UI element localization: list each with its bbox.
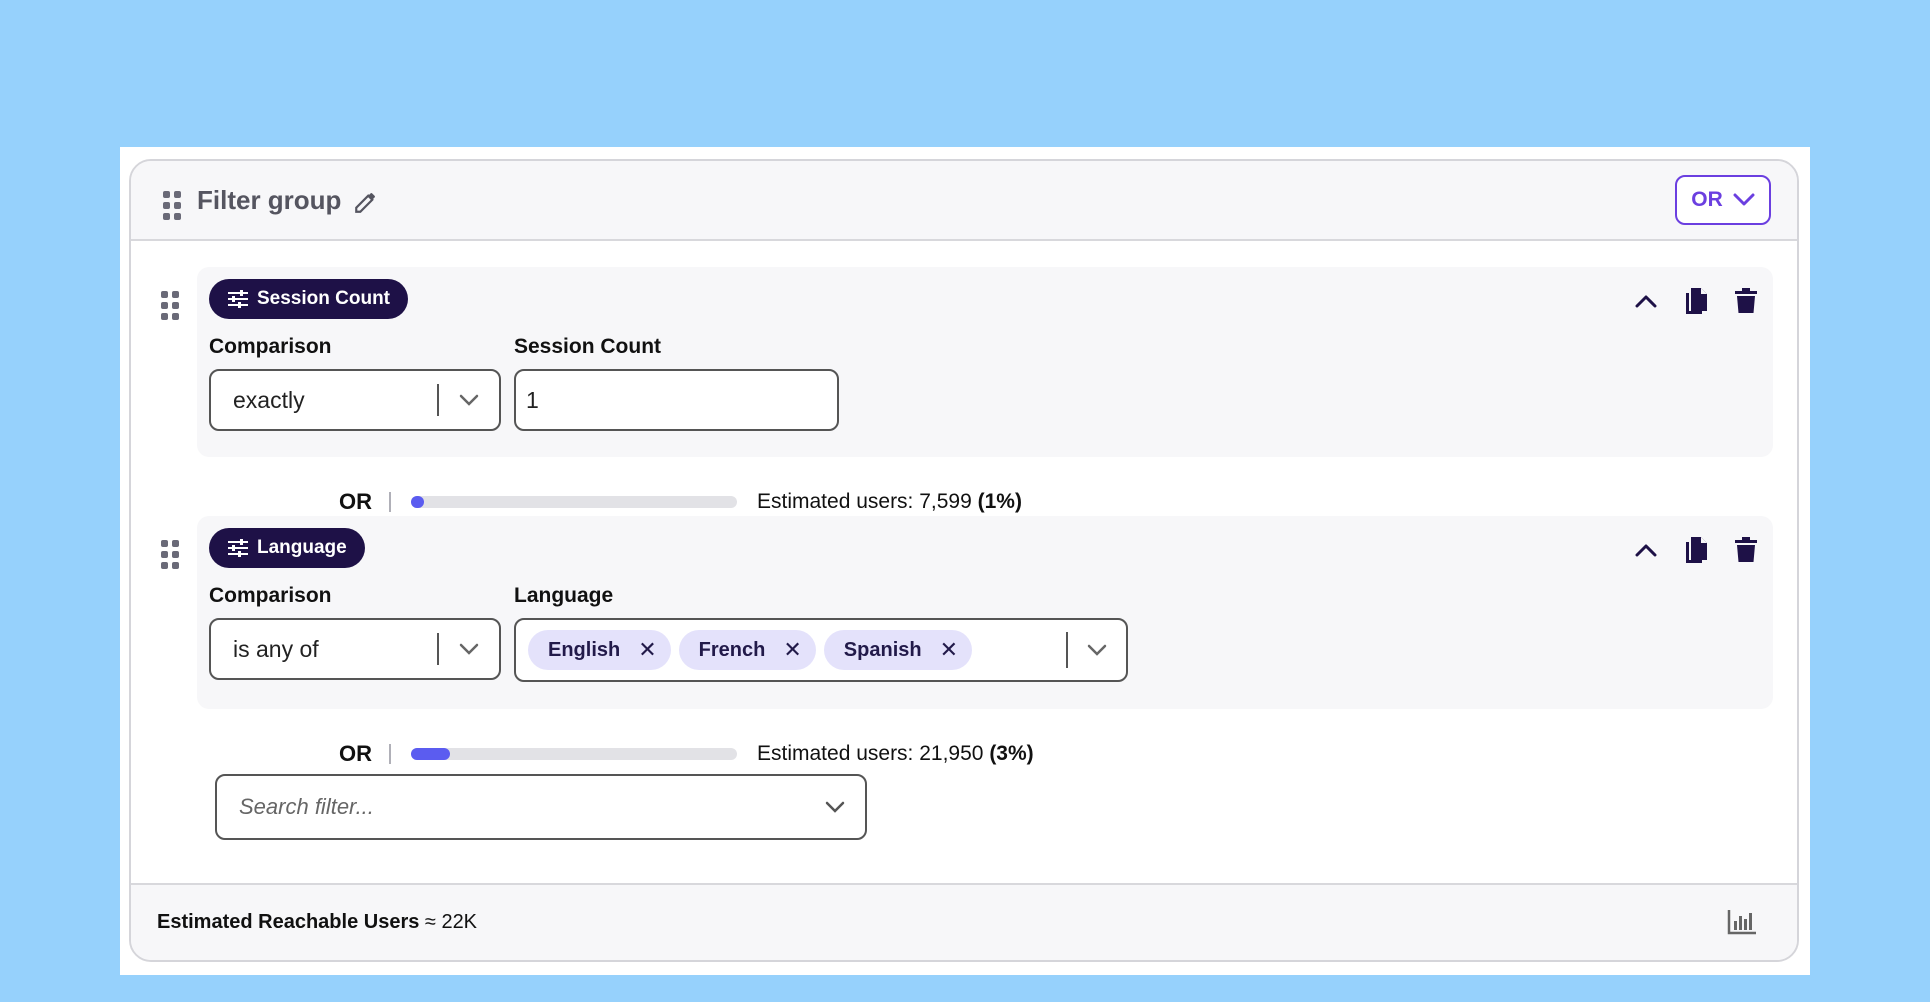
session-count-input[interactable] xyxy=(514,369,839,431)
chip-french: French ✕ xyxy=(678,630,816,670)
chevron-up-icon[interactable] xyxy=(1633,287,1659,315)
pencil-icon[interactable] xyxy=(353,189,379,215)
or-joiner: OR xyxy=(339,741,372,766)
reachable-users: Estimated Reachable Users ≈ 22K xyxy=(157,911,477,934)
trash-icon[interactable] xyxy=(1733,536,1759,564)
estimated-users-count: Estimated users: 21,950 xyxy=(757,742,984,765)
comparison-label: Comparison xyxy=(209,335,332,358)
group-operator-value: OR xyxy=(1691,188,1723,211)
or-estimate-row: OR Estimated users: 7,599 (1%) xyxy=(339,487,1022,517)
chevron-down-icon xyxy=(439,394,499,406)
estimated-users-percent: (3%) xyxy=(989,742,1034,765)
remove-chip-icon[interactable]: ✕ xyxy=(940,637,958,663)
reachable-users-label: Estimated Reachable Users xyxy=(157,911,420,933)
chip-label: English xyxy=(548,638,621,661)
estimated-users: Estimated users: 7,599 (1%) xyxy=(757,490,1022,514)
remove-chip-icon[interactable]: ✕ xyxy=(783,637,801,663)
chevron-down-icon xyxy=(1068,644,1126,656)
sliders-icon xyxy=(228,539,248,557)
sliders-icon xyxy=(228,290,248,308)
language-label: Language xyxy=(514,584,614,607)
comparison-value: exactly xyxy=(233,386,305,413)
chip-english: English ✕ xyxy=(528,630,671,670)
divider xyxy=(389,492,391,512)
estimate-progress-bar xyxy=(411,748,737,760)
comparison-select[interactable]: exactly xyxy=(209,369,501,431)
estimated-users-count: Estimated users: 7,599 xyxy=(757,490,972,513)
filter-type-label: Language xyxy=(257,537,347,558)
chevron-down-icon xyxy=(805,801,865,813)
drag-handle-icon[interactable] xyxy=(163,191,181,220)
session-count-label: Session Count xyxy=(514,335,662,358)
chevron-down-icon xyxy=(439,643,499,655)
row-actions xyxy=(1633,536,1759,564)
filter-row-session-count: Session Count Comparison Session Count e… xyxy=(197,267,1773,457)
comparison-label: Comparison xyxy=(209,584,332,607)
filter-group-title: Filter group xyxy=(197,185,342,215)
filter-type-label: Session Count xyxy=(257,288,391,309)
comparison-value: is any of xyxy=(233,635,319,662)
estimate-progress-fill xyxy=(411,496,425,508)
copy-icon[interactable] xyxy=(1683,536,1709,564)
copy-icon[interactable] xyxy=(1683,287,1709,315)
comparison-select[interactable]: is any of xyxy=(209,618,501,680)
filter-group-header: Filter group OR xyxy=(131,161,1797,241)
language-multiselect[interactable]: English ✕ French ✕ Spanish ✕ xyxy=(514,618,1128,682)
remove-chip-icon[interactable]: ✕ xyxy=(638,637,656,663)
chip-label: French xyxy=(698,638,766,661)
filter-group-card: Filter group OR Session Count Comparison… xyxy=(129,159,1799,962)
estimated-users: Estimated users: 21,950 (3%) xyxy=(757,742,1034,766)
estimated-users-percent: (1%) xyxy=(977,490,1022,513)
filter-group-footer: Estimated Reachable Users ≈ 22K xyxy=(131,883,1797,960)
chip-label: Spanish xyxy=(843,638,922,661)
estimate-progress-fill xyxy=(411,748,451,760)
chevron-down-icon xyxy=(1733,193,1755,206)
drag-handle-icon[interactable] xyxy=(161,540,179,569)
group-operator-select[interactable]: OR xyxy=(1675,175,1771,225)
divider xyxy=(389,744,391,764)
search-filter-select[interactable]: Search filter... xyxy=(215,774,867,840)
estimate-progress-bar xyxy=(411,496,737,508)
search-filter-placeholder: Search filter... xyxy=(239,794,374,819)
filter-type-pill: Session Count xyxy=(209,279,409,319)
or-joiner: OR xyxy=(339,489,372,514)
reachable-users-value: ≈ 22K xyxy=(424,911,478,933)
drag-handle-icon[interactable] xyxy=(161,291,179,320)
chevron-up-icon[interactable] xyxy=(1633,536,1659,564)
filter-type-pill: Language xyxy=(209,528,365,568)
chip-spanish: Spanish ✕ xyxy=(823,630,973,670)
or-estimate-row: OR Estimated users: 21,950 (3%) xyxy=(339,739,1034,769)
row-actions xyxy=(1633,287,1759,315)
filter-row-language: Language Comparison Language is any of E… xyxy=(197,516,1773,709)
bar-chart-icon[interactable] xyxy=(1727,909,1757,935)
trash-icon[interactable] xyxy=(1733,287,1759,315)
